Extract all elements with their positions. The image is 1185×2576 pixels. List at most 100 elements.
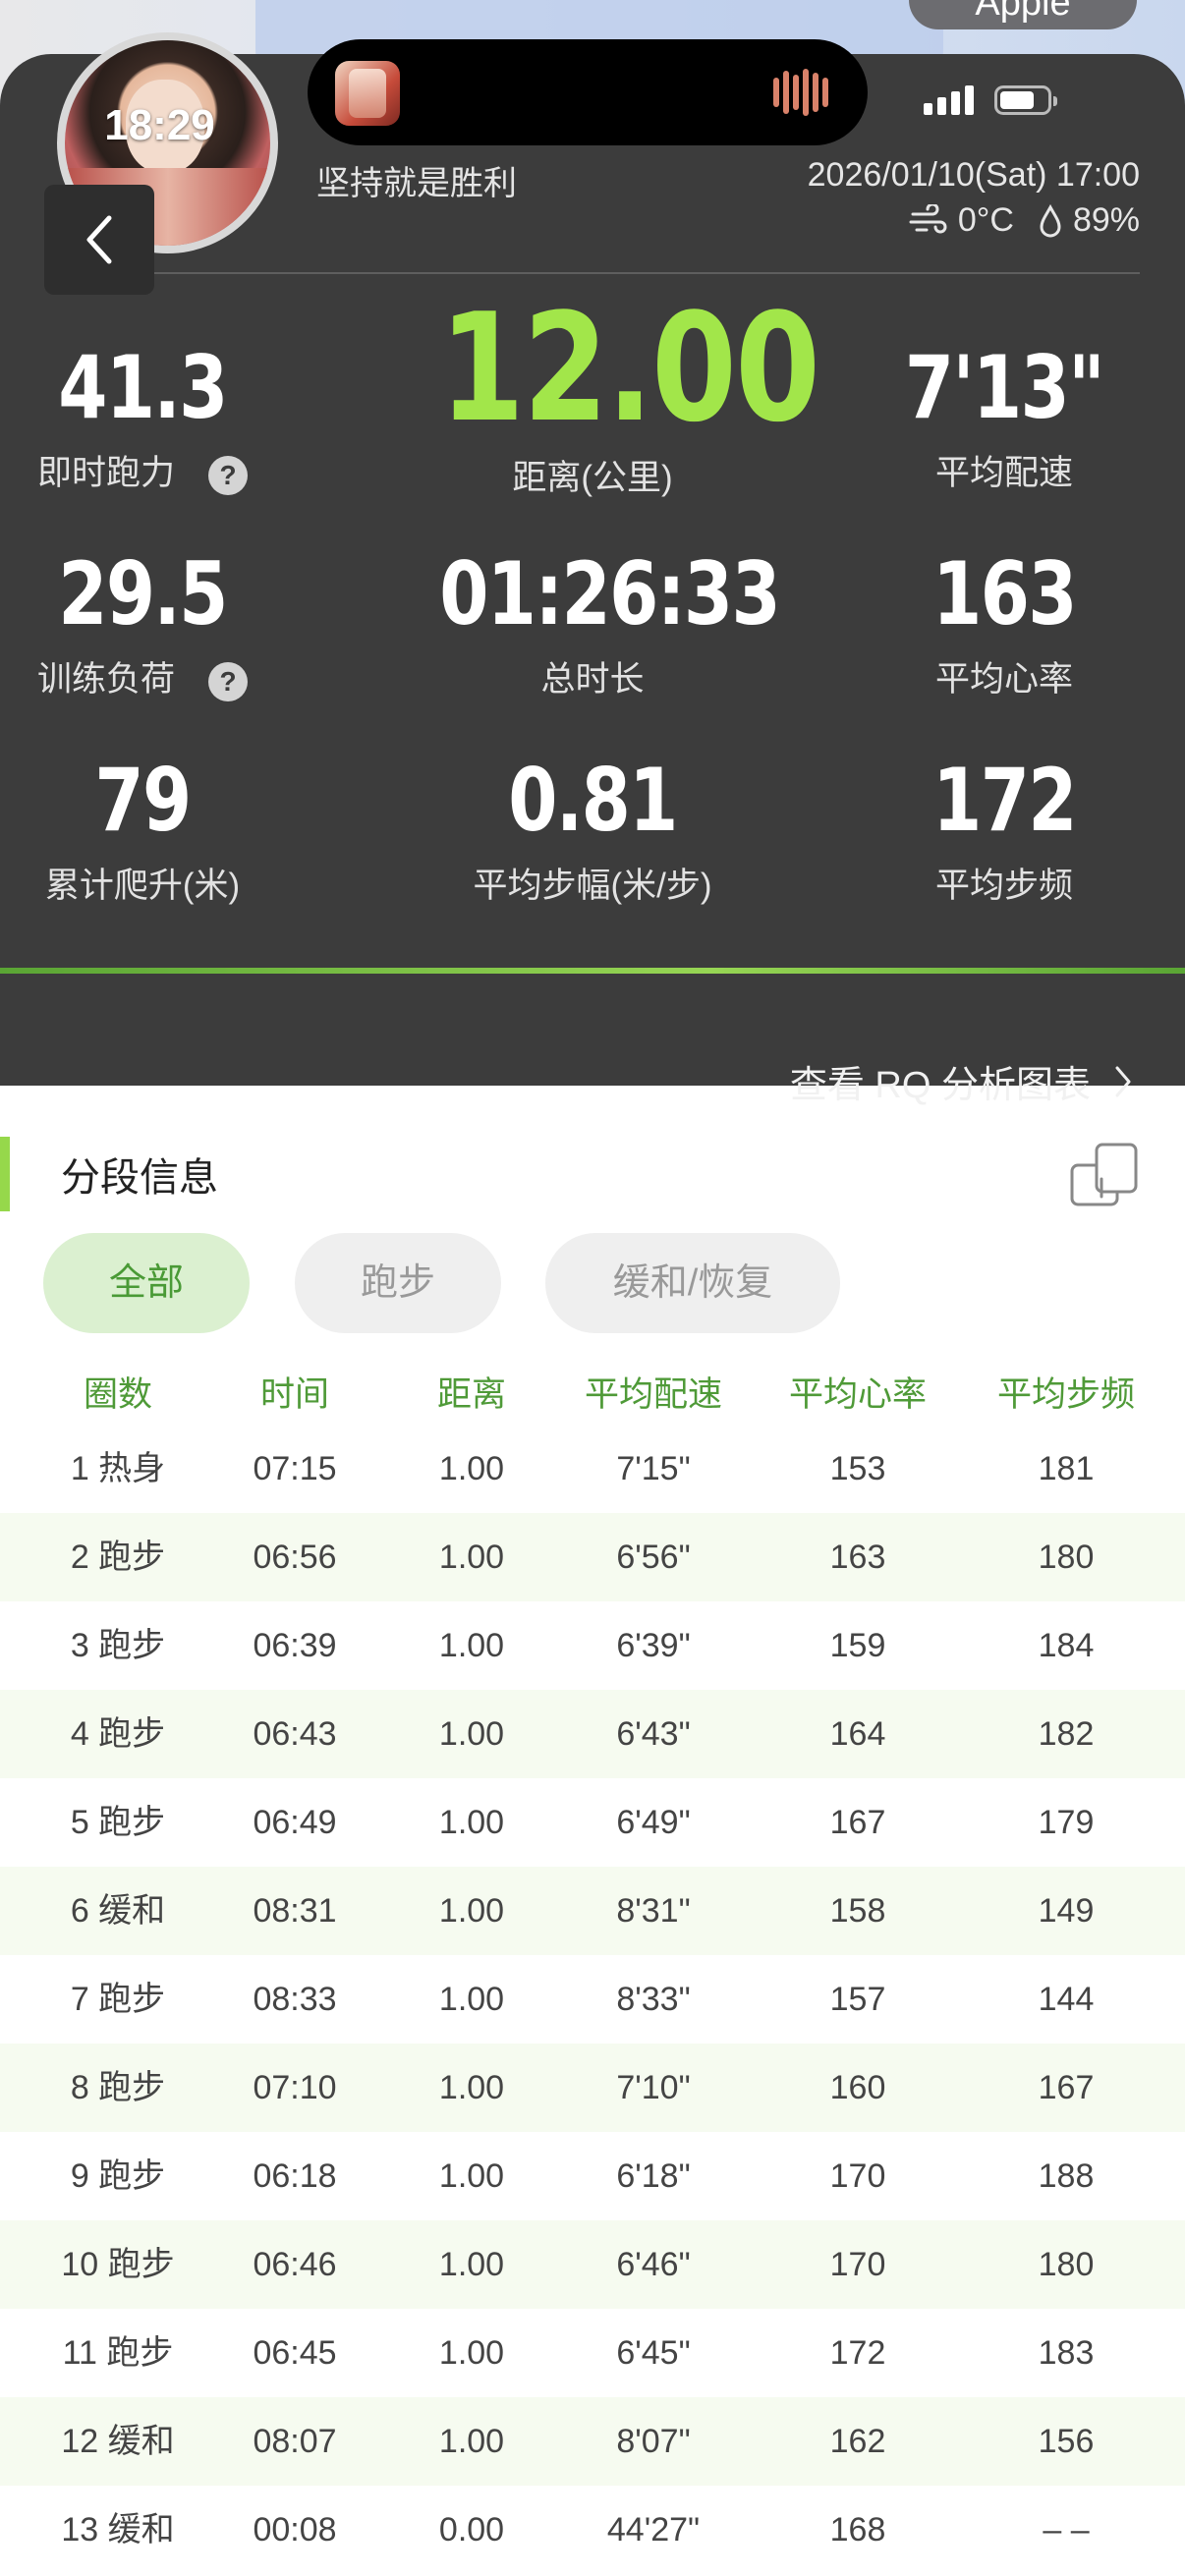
- table-cell: 7 跑步: [70, 1981, 166, 2018]
- table-cell: 0.00: [438, 2511, 505, 2548]
- column-header: 平均配速: [584, 1375, 722, 1414]
- segments-header: 分段信息: [0, 1135, 218, 1213]
- table-cell: 10 跑步: [61, 2246, 175, 2283]
- avg-hr-value: 163: [932, 543, 1077, 644]
- table-cell: 06:39: [253, 1627, 337, 1664]
- share-export-icon[interactable]: [1069, 1142, 1140, 1208]
- help-icon[interactable]: ?: [208, 661, 248, 701]
- chevron-left-icon: [86, 215, 112, 264]
- avg-stride-label: 平均步幅(米/步): [473, 867, 712, 905]
- table-cell: 08:33: [253, 1981, 337, 2018]
- stat-avg-hr: 163 平均心率: [818, 545, 1185, 701]
- column-header: 圈数: [83, 1375, 152, 1414]
- table-cell: 1.00: [438, 1892, 505, 1930]
- table-cell: 1.00: [438, 1450, 505, 1487]
- table-row[interactable]: 2 跑步 06:56 1.00 6'56" 163 180: [0, 1513, 1185, 1601]
- table-cell: 6 缓和: [70, 1892, 166, 1930]
- stat-total-time: 01:26:33 总时长: [406, 543, 780, 701]
- table-cell: 179: [1038, 1804, 1095, 1841]
- table-row[interactable]: 9 跑步 06:18 1.00 6'18" 170 188: [0, 2132, 1185, 2220]
- table-cell: 8'33": [616, 1981, 691, 2018]
- tab-all[interactable]: 全部: [43, 1233, 250, 1333]
- table-cell: 5 跑步: [70, 1804, 166, 1841]
- table-cell: 168: [829, 2511, 886, 2548]
- table-row[interactable]: 10 跑步 06:46 1.00 6'46" 170 180: [0, 2220, 1185, 2309]
- table-row[interactable]: 11 跑步 06:45 1.00 6'45" 172 183: [0, 2309, 1185, 2397]
- table-cell: 153: [829, 1450, 886, 1487]
- rq-chart-link-label: 查看 RQ 分析图表: [789, 1065, 1091, 1106]
- back-button[interactable]: [44, 185, 154, 295]
- tab-cooldown[interactable]: 缓和/恢复: [545, 1233, 840, 1333]
- table-row[interactable]: 13 缓和 00:08 0.00 44'27" 168 – –: [0, 2486, 1185, 2574]
- table-cell: 13 缓和: [61, 2511, 175, 2548]
- accent-divider: [0, 968, 1185, 974]
- table-cell: 159: [829, 1627, 886, 1664]
- audio-waveform-icon: [773, 69, 842, 116]
- running-power-label: 即时跑力?: [0, 445, 329, 495]
- table-row[interactable]: 3 跑步 06:39 1.00 6'39" 159 184: [0, 1601, 1185, 1690]
- table-cell: 00:08: [253, 2511, 337, 2548]
- table-row[interactable]: 8 跑步 07:10 1.00 7'10" 160 167: [0, 2044, 1185, 2132]
- table-cell: 1.00: [438, 2246, 505, 2283]
- table-cell: 181: [1038, 1450, 1095, 1487]
- avg-pace-label: 平均配速: [934, 454, 1073, 492]
- table-cell: 1.00: [438, 2157, 505, 2195]
- table-cell: 6'45": [616, 2334, 691, 2372]
- status-time: 18:29: [104, 101, 215, 149]
- table-cell: 07:10: [253, 2069, 337, 2106]
- table-cell: 6'43": [616, 1715, 691, 1753]
- header-divider: [47, 272, 1140, 274]
- table-cell: 1.00: [438, 1981, 505, 2018]
- table-cell: 12 缓和: [61, 2423, 175, 2460]
- elevation-label: 累计爬升(米): [44, 867, 241, 905]
- rq-chart-link[interactable]: 查看 RQ 分析图表: [790, 1054, 1134, 1108]
- temperature-value: 0°C: [957, 201, 1014, 239]
- table-cell: 157: [829, 1981, 886, 2018]
- table-cell: 08:31: [253, 1892, 337, 1930]
- chevron-right-icon: [1115, 1066, 1131, 1096]
- help-icon[interactable]: ?: [208, 455, 248, 495]
- section-accent-bar: [0, 1137, 10, 1211]
- table-cell: – –: [1043, 2511, 1090, 2548]
- table-cell: 156: [1038, 2423, 1095, 2460]
- table-row[interactable]: 7 跑步 08:33 1.00 8'33" 157 144: [0, 1955, 1185, 2044]
- table-cell: 162: [829, 2423, 886, 2460]
- table-cell: 06:56: [253, 1539, 337, 1576]
- stat-avg-pace: 7'13" 平均配速: [818, 339, 1185, 495]
- table-cell: 6'56": [616, 1539, 691, 1576]
- table-cell: 3 跑步: [70, 1627, 166, 1664]
- table-row[interactable]: 12 缓和 08:07 1.00 8'07" 162 156: [0, 2397, 1185, 2486]
- table-cell: 184: [1038, 1627, 1095, 1664]
- tab-running[interactable]: 跑步: [295, 1233, 501, 1333]
- stat-avg-stride: 0.81 平均步幅(米/步): [406, 752, 779, 908]
- dynamic-island[interactable]: [308, 39, 868, 145]
- column-header: 平均步频: [996, 1375, 1135, 1414]
- workout-datetime: 2026/01/10(Sat) 17:00: [807, 156, 1140, 194]
- table-cell: 1.00: [438, 2423, 505, 2460]
- table-row[interactable]: 6 缓和 08:31 1.00 8'31" 158 149: [0, 1867, 1185, 1955]
- total-time-value: 01:26:33: [439, 543, 780, 644]
- table-cell: 11 跑步: [62, 2334, 174, 2372]
- distance-value: 12.00: [439, 281, 820, 455]
- table-cell: 8'07": [616, 2423, 691, 2460]
- table-cell: 08:07: [253, 2423, 337, 2460]
- table-cell: 164: [829, 1715, 886, 1753]
- table-row[interactable]: 1 热身 07:15 1.00 7'15" 153 181: [0, 1425, 1185, 1513]
- table-cell: 06:45: [253, 2334, 337, 2372]
- table-cell: 1 热身: [70, 1450, 166, 1487]
- wind-icon: [909, 203, 947, 233]
- battery-icon: [994, 85, 1057, 115]
- table-cell: 170: [829, 2246, 886, 2283]
- table-cell: 180: [1038, 1539, 1095, 1576]
- segments-title: 分段信息: [61, 1156, 218, 1200]
- table-cell: 8'31": [616, 1892, 691, 1930]
- table-cell: 6'49": [616, 1804, 691, 1841]
- stat-elevation: 79 累计爬升(米): [0, 752, 329, 908]
- table-cell: 06:46: [253, 2246, 337, 2283]
- table-row[interactable]: 4 跑步 06:43 1.00 6'43" 164 182: [0, 1690, 1185, 1778]
- table-row[interactable]: 5 跑步 06:49 1.00 6'49" 167 179: [0, 1778, 1185, 1867]
- table-cell: 188: [1038, 2157, 1095, 2195]
- table-cell: 7'15": [616, 1450, 691, 1487]
- table-cell: 44'27": [606, 2511, 701, 2548]
- table-cell: 170: [829, 2157, 886, 2195]
